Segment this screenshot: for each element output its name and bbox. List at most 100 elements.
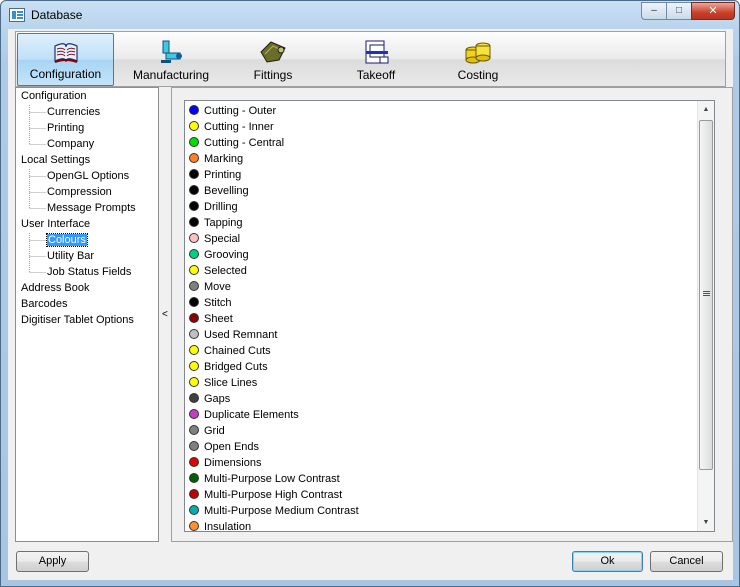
colour-list-item[interactable]: Drilling: [189, 199, 238, 215]
maximize-button[interactable]: □: [666, 2, 692, 20]
colour-list-item[interactable]: Cutting - Inner: [189, 119, 274, 135]
colour-swatch-icon: [189, 313, 199, 323]
colour-swatch-icon: [189, 185, 199, 195]
toolbar-manufacturing-label: Manufacturing: [132, 68, 210, 82]
scroll-down-arrow-icon[interactable]: ▼: [698, 514, 714, 531]
window-title: Database: [31, 8, 83, 22]
tree-item-address-book[interactable]: Address Book: [21, 281, 89, 296]
tree-item-company[interactable]: Company: [47, 137, 94, 152]
tree-item-label: OpenGL Options: [47, 170, 130, 182]
scroll-up-arrow-icon[interactable]: ▲: [698, 101, 714, 118]
toolbar-takeoff-label: Takeoff: [356, 68, 396, 82]
colour-list-item[interactable]: Duplicate Elements: [189, 407, 299, 423]
tree-item-label: Local Settings: [21, 154, 91, 166]
colour-label: Selected: [204, 265, 247, 277]
colour-list-item[interactable]: Selected: [189, 263, 247, 279]
colour-swatch-icon: [189, 473, 199, 483]
scrollbar-thumb[interactable]: [699, 120, 713, 470]
colour-list-item[interactable]: Bridged Cuts: [189, 359, 268, 375]
database-window: Database – □ ✕ Configuration Manufacturi…: [0, 0, 740, 587]
panel-splitter[interactable]: <: [159, 87, 171, 542]
colour-list-item[interactable]: Printing: [189, 167, 241, 183]
colour-list-item[interactable]: Grooving: [189, 247, 249, 263]
colour-swatch-icon: [189, 105, 199, 115]
tree-item-label: Address Book: [21, 282, 90, 294]
tree-item-opengl-options[interactable]: OpenGL Options: [47, 169, 129, 184]
colour-list-item[interactable]: Stitch: [189, 295, 232, 311]
collapse-arrow-icon[interactable]: <: [162, 309, 168, 320]
colour-list-item[interactable]: Gaps: [189, 391, 230, 407]
tree-item-user-interface[interactable]: User Interface: [21, 217, 90, 232]
client-area: Configuration Manufacturing Fittings Tak…: [8, 29, 733, 580]
colour-label: Tapping: [204, 217, 243, 229]
tree-item-job-status-fields[interactable]: Job Status Fields: [47, 265, 131, 280]
toolbar-costing-button[interactable]: Costing: [428, 33, 528, 86]
robot-arm-icon: [161, 40, 182, 63]
takeoff-icon: [365, 40, 389, 64]
colour-swatch-icon: [189, 489, 199, 499]
colour-list-item[interactable]: Multi-Purpose Low Contrast: [189, 471, 340, 487]
toolbar-fittings-button[interactable]: Fittings: [228, 33, 318, 86]
colour-list-item[interactable]: Slice Lines: [189, 375, 257, 391]
colour-list-item[interactable]: Multi-Purpose Medium Contrast: [189, 503, 359, 519]
colour-label: Insulation: [204, 521, 252, 532]
tree-item-message-prompts[interactable]: Message Prompts: [47, 201, 136, 216]
tree-item-barcodes[interactable]: Barcodes: [21, 297, 67, 312]
ok-button[interactable]: Ok: [572, 551, 643, 572]
colour-list-item[interactable]: Tapping: [189, 215, 243, 231]
toolbar-takeoff-button[interactable]: Takeoff: [328, 33, 424, 86]
tree-item-label: Compression: [47, 186, 112, 198]
colour-list-item[interactable]: Cutting - Outer: [189, 103, 276, 119]
tree-item-compression[interactable]: Compression: [47, 185, 112, 200]
toolbar-configuration-button[interactable]: Configuration: [17, 33, 114, 86]
colour-list-item[interactable]: Multi-Purpose High Contrast: [189, 487, 342, 503]
colour-label: Drilling: [204, 201, 238, 213]
colour-list-item[interactable]: Insulation: [189, 519, 252, 532]
colour-label: Stitch: [204, 297, 232, 309]
tree-item-label: Configuration: [21, 90, 87, 102]
colour-label: Special: [204, 233, 241, 245]
tree-item-utility-bar[interactable]: Utility Bar: [47, 249, 94, 264]
colour-list-item[interactable]: Grid: [189, 423, 225, 439]
colour-swatch-icon: [189, 521, 199, 531]
tree-item-label: User Interface: [21, 218, 91, 230]
colour-list-item[interactable]: Move: [189, 279, 231, 295]
colour-list-item[interactable]: Open Ends: [189, 439, 259, 455]
colour-label: Multi-Purpose High Contrast: [204, 489, 343, 501]
colour-list-item[interactable]: Dimensions: [189, 455, 261, 471]
tree-item-local-settings[interactable]: Local Settings: [21, 153, 90, 168]
tree-item-label: Currencies: [47, 106, 101, 118]
scroll-grip-icon: [703, 291, 710, 296]
tree-item-label: Barcodes: [21, 298, 68, 310]
colour-swatch-icon: [189, 457, 199, 467]
colour-list-item[interactable]: Marking: [189, 151, 243, 167]
colour-label: Marking: [204, 153, 244, 165]
close-button[interactable]: ✕: [691, 2, 735, 20]
colour-label: Duplicate Elements: [204, 409, 299, 421]
toolbar: Configuration Manufacturing Fittings Tak…: [15, 31, 726, 87]
colour-list-item[interactable]: Bevelling: [189, 183, 249, 199]
colour-list-item[interactable]: Used Remnant: [189, 327, 277, 343]
fittings-icon: [260, 41, 286, 63]
vertical-scrollbar[interactable]: ▲ ▼: [697, 101, 714, 531]
colour-list-item[interactable]: Cutting - Central: [189, 135, 284, 151]
colour-label: Cutting - Central: [204, 137, 285, 149]
colour-label: Dimensions: [204, 457, 262, 469]
colour-label: Bridged Cuts: [204, 361, 268, 373]
colour-list-item[interactable]: Chained Cuts: [189, 343, 271, 359]
toolbar-manufacturing-button[interactable]: Manufacturing: [121, 33, 221, 86]
settings-tree: Configuration Currencies Printing Compan…: [15, 87, 159, 542]
colour-list-item[interactable]: Special: [189, 231, 240, 247]
tree-item-configuration[interactable]: Configuration: [21, 89, 86, 104]
colour-list-item[interactable]: Sheet: [189, 311, 233, 327]
colour-label: Chained Cuts: [204, 345, 271, 357]
tree-item-colours[interactable]: Colours: [46, 233, 88, 248]
cancel-button[interactable]: Cancel: [650, 551, 723, 572]
colour-swatch-icon: [189, 441, 199, 451]
minimize-button[interactable]: –: [641, 2, 667, 20]
apply-button[interactable]: Apply: [16, 551, 89, 572]
book-icon: [53, 43, 78, 63]
tree-item-currencies[interactable]: Currencies: [47, 105, 100, 120]
tree-item-printing[interactable]: Printing: [47, 121, 84, 136]
tree-item-digitiser-tablet-options[interactable]: Digitiser Tablet Options: [21, 313, 134, 328]
